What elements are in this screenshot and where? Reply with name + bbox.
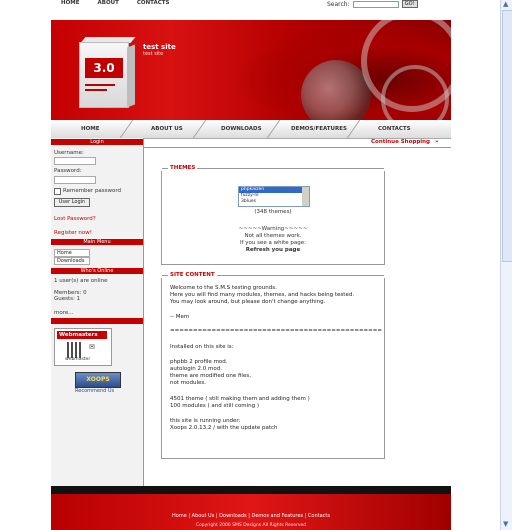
lost-password-link[interactable]: Lost Password? <box>54 216 96 222</box>
main-nav: HOME ABOUT US DOWNLOADS DEMOS/FEATURES C… <box>51 120 451 139</box>
content-line: not modules. <box>170 380 206 386</box>
header-banner: 3.0 test site test site <box>51 20 451 120</box>
content-line: autologin 2.0 mod. <box>170 366 222 372</box>
xoops-logo[interactable]: XOOPS <box>75 372 121 388</box>
webmasters-image <box>67 342 83 358</box>
top-nav-about[interactable]: ABOUT <box>98 0 119 6</box>
search-button[interactable]: GO! <box>401 0 418 8</box>
content-divider: ========================================… <box>170 328 382 334</box>
content-line: You may look around, but please don't ch… <box>170 299 326 305</box>
main-menu-header: Main Menu <box>51 239 143 245</box>
content-line: this site is running under: <box>170 418 241 424</box>
main-nav-downloads[interactable]: DOWNLOADS <box>221 126 262 132</box>
content-line: 100 modules ( and still coming ) <box>170 403 259 409</box>
webmasters-title: Webmasters <box>57 331 107 339</box>
username-input[interactable] <box>54 157 96 165</box>
version-label: 3.0 <box>85 58 123 78</box>
content-line: theme are modified one files, <box>170 373 251 379</box>
mail-icon: ✉ <box>89 343 95 351</box>
top-nav-contacts[interactable]: CONTACTS <box>137 0 170 6</box>
theme-select[interactable]: phpkaizen fuzzy-nl 3blues <box>238 186 310 207</box>
content-line: Installed on this site is: <box>170 344 234 350</box>
continue-shopping-link[interactable]: Continue Shopping <box>371 139 430 145</box>
login-button[interactable]: User Login <box>54 198 90 207</box>
footer-links[interactable]: Home | About Us | Downloads | Demos and … <box>51 513 451 519</box>
scroll-thumb[interactable] <box>502 10 512 262</box>
online-header: Who's Online <box>51 268 143 274</box>
site-content-title: SITE CONTENT <box>168 272 217 278</box>
remember-checkbox[interactable] <box>54 188 61 195</box>
left-sidebar: Login Username: Password: Remember passw… <box>51 138 144 486</box>
search-label: Search: <box>327 0 350 8</box>
remember-label: Remember password <box>63 188 122 194</box>
top-nav-home[interactable]: HOME <box>61 0 80 6</box>
scroll-up-icon[interactable]: ▲ <box>503 0 508 8</box>
password-input[interactable] <box>54 176 96 184</box>
main-nav-about[interactable]: ABOUT US <box>151 126 183 132</box>
webmasters-header <box>51 318 143 324</box>
product-box-logo: 3.0 <box>75 36 136 108</box>
site-content-panel: SITE CONTENT Welcome to the S.M.S testin… <box>161 272 385 459</box>
refresh-text: Refresh you page <box>245 247 301 253</box>
themes-line1: Not all themes work. <box>244 233 302 239</box>
footer: Home | About Us | Downloads | Demos and … <box>51 494 451 530</box>
webmasters-badge[interactable]: Webmasters ✉ webmaster <box>54 328 112 366</box>
online-guests: Guests: 1 <box>54 296 81 302</box>
site-slogan: test site <box>143 51 164 57</box>
menu-item-downloads[interactable]: Downloads <box>54 257 90 265</box>
search-input[interactable] <box>352 0 399 8</box>
scroll-down-icon[interactable]: ▼ <box>503 520 508 528</box>
search-form: Search: GO! <box>327 0 418 8</box>
main-nav-contacts[interactable]: CONTACTS <box>378 126 411 132</box>
themes-title: THEMES <box>168 165 198 171</box>
username-label: Username: <box>54 150 84 156</box>
copyright: Copyright 2006 SMS Designs All Rights Re… <box>195 523 307 528</box>
content-line: 4501 theme ( still making them and addin… <box>170 396 310 402</box>
online-count: 1 user(s) are online <box>54 278 108 284</box>
register-link[interactable]: Register now! <box>54 230 92 236</box>
themes-line2: If you see a white page: <box>239 240 307 246</box>
top-bar: HOME ABOUT CONTACTS Search: GO! <box>51 0 451 20</box>
content-line: -- Mem <box>170 314 190 320</box>
themes-count: (348 themes) <box>254 209 292 215</box>
online-more-link[interactable]: more... <box>54 310 74 316</box>
menu-item-home[interactable]: Home <box>54 249 90 257</box>
themes-warning: ~~~~~Warning~~~~~ <box>238 226 308 232</box>
page-scrollbar[interactable]: ▲ ▼ <box>500 0 512 530</box>
themes-panel: THEMES phpkaizen fuzzy-nl 3blues (348 th… <box>161 165 385 265</box>
content-line: phpbb 2 profile mod. <box>170 359 228 365</box>
recommend-link[interactable]: Recommend Us <box>75 388 114 394</box>
welcome-line: Welcome to the S.M.S testing grounds. <box>170 285 277 291</box>
select-scrollbar[interactable] <box>302 187 309 206</box>
password-label: Password: <box>54 168 82 174</box>
site-title: test site <box>143 43 176 51</box>
webmasters-sub: webmaster <box>65 357 91 362</box>
top-nav: HOME ABOUT CONTACTS <box>61 0 170 6</box>
main-nav-demos[interactable]: DEMOS/FEATURES <box>291 126 347 132</box>
login-header: Login <box>51 139 143 145</box>
page: HOME ABOUT CONTACTS Search: GO! 3.0 test… <box>51 0 451 530</box>
content-line: Xoops 2.0.13.2 / with the update patch <box>170 425 278 431</box>
main-nav-home[interactable]: HOME <box>81 126 100 132</box>
content-line: Here you will find many modules, themes,… <box>170 292 355 298</box>
chevron-right-icon: » <box>435 139 439 145</box>
